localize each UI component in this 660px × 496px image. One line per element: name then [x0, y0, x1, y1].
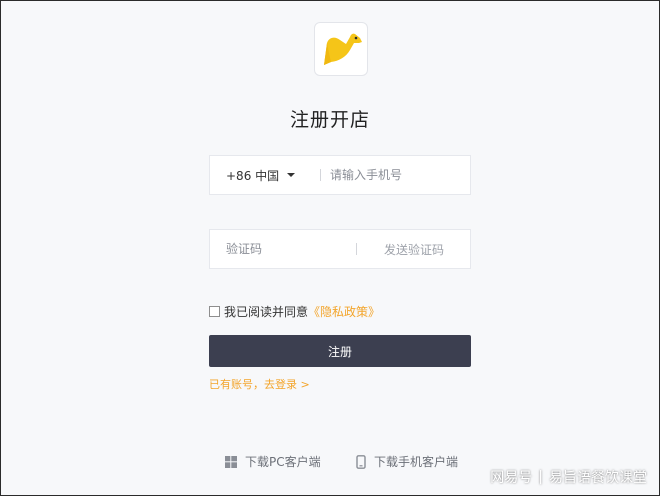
caret-down-icon: [287, 173, 296, 177]
agreement-row: 我已阅读并同意 《隐私政策》: [209, 303, 380, 320]
app-logo: [314, 22, 368, 76]
verification-code-input[interactable]: [226, 230, 351, 268]
field-divider: [320, 169, 321, 181]
country-code-select[interactable]: +86 中国: [226, 156, 296, 194]
watermark-brand: 网易号: [490, 470, 533, 486]
field-divider: [356, 243, 357, 255]
agreement-checkbox[interactable]: [209, 306, 220, 317]
windows-icon: [225, 455, 237, 468]
country-code-label: +86 中国: [226, 168, 280, 183]
privacy-policy-link[interactable]: 《隐私政策》: [308, 303, 380, 320]
kangaroo-logo-icon: [324, 33, 362, 65]
code-field-group: 发送验证码: [209, 229, 471, 269]
watermark: 网易号 | 易旨语餐饮课堂: [490, 467, 647, 487]
watermark-separator: |: [538, 469, 543, 485]
download-pc-link[interactable]: 下载PC客户端: [225, 453, 321, 470]
download-pc-label: 下载PC客户端: [245, 455, 321, 469]
agreement-text: 我已阅读并同意: [224, 305, 309, 319]
login-link[interactable]: 已有账号，去登录 >: [209, 376, 310, 392]
watermark-account: 易旨语餐饮课堂: [549, 470, 647, 486]
phone-icon: [356, 454, 366, 469]
page-title: 注册开店: [289, 109, 370, 131]
download-mobile-label: 下载手机客户端: [374, 455, 459, 469]
register-page: 注册开店 +86 中国 发送验证码 我已阅读并同意 《隐私政策》 注册 已有账号…: [0, 0, 660, 496]
download-mobile-link[interactable]: 下载手机客户端: [356, 453, 458, 470]
phone-input[interactable]: [330, 156, 460, 194]
register-button[interactable]: 注册: [209, 335, 471, 367]
send-code-button[interactable]: 发送验证码: [384, 230, 444, 268]
phone-field-group: +86 中国: [209, 155, 471, 195]
